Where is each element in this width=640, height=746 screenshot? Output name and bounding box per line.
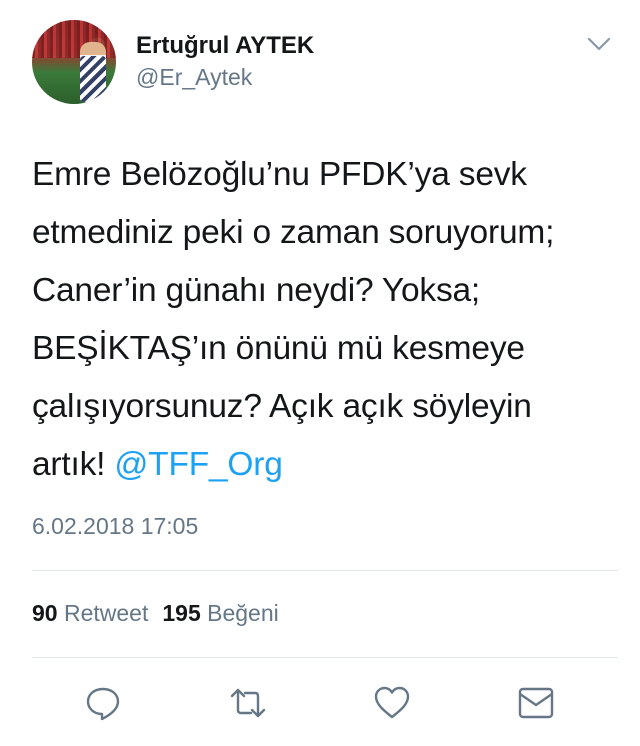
chevron-down-icon[interactable] xyxy=(586,34,612,54)
tweet-header: Ertuğrul AYTEK @Er_Aytek xyxy=(32,20,622,112)
action-bar xyxy=(0,683,640,723)
retweet-count-link[interactable]: 90 Retweet xyxy=(32,600,148,627)
tweet-text-line: etmediniz peki o zaman soruyorum; xyxy=(32,214,555,251)
retweet-button[interactable] xyxy=(228,683,268,723)
tweet-text-line: Caner’in günahı neydi? Yoksa; xyxy=(32,272,481,309)
avatar[interactable] xyxy=(32,20,116,104)
like-label: Beğeni xyxy=(207,600,279,626)
tweet-text-line: çalışıyorsunuz? Açık açık söyleyin xyxy=(32,388,532,425)
tweet-text-line: BEŞİKTAŞ’ın önünü mü kesmeye xyxy=(32,330,525,367)
like-count: 195 xyxy=(162,600,201,626)
author-handle[interactable]: @Er_Aytek xyxy=(136,64,252,91)
author-name[interactable]: Ertuğrul AYTEK xyxy=(136,32,314,60)
divider xyxy=(32,657,618,658)
tweet-text-last-line: artık! @TFF_Org xyxy=(32,436,622,494)
retweet-label: Retweet xyxy=(63,600,149,626)
reply-button[interactable] xyxy=(83,683,123,723)
like-count-link[interactable]: 195 Beğeni xyxy=(162,600,278,627)
avatar-scarf xyxy=(80,56,106,102)
envelope-icon xyxy=(518,687,554,719)
heart-icon xyxy=(374,686,410,719)
reply-icon xyxy=(86,687,120,721)
mention-link[interactable]: @TFF_Org xyxy=(114,446,282,483)
tweet-stats: 90 Retweet 195 Beğeni xyxy=(32,600,293,627)
tweet-text: Emre Belözoğlu’nu PFDK’ya sevk etmediniz… xyxy=(32,146,622,494)
retweet-icon xyxy=(230,688,266,718)
dm-button[interactable] xyxy=(516,683,556,723)
like-button[interactable] xyxy=(372,683,412,723)
tweet-text-line: Emre Belözoğlu’nu PFDK’ya sevk xyxy=(32,156,527,193)
tweet-text-line: artık! xyxy=(32,446,106,483)
divider xyxy=(32,570,618,571)
tweet-timestamp[interactable]: 6.02.2018 17:05 xyxy=(32,513,198,540)
retweet-count: 90 xyxy=(32,600,58,626)
